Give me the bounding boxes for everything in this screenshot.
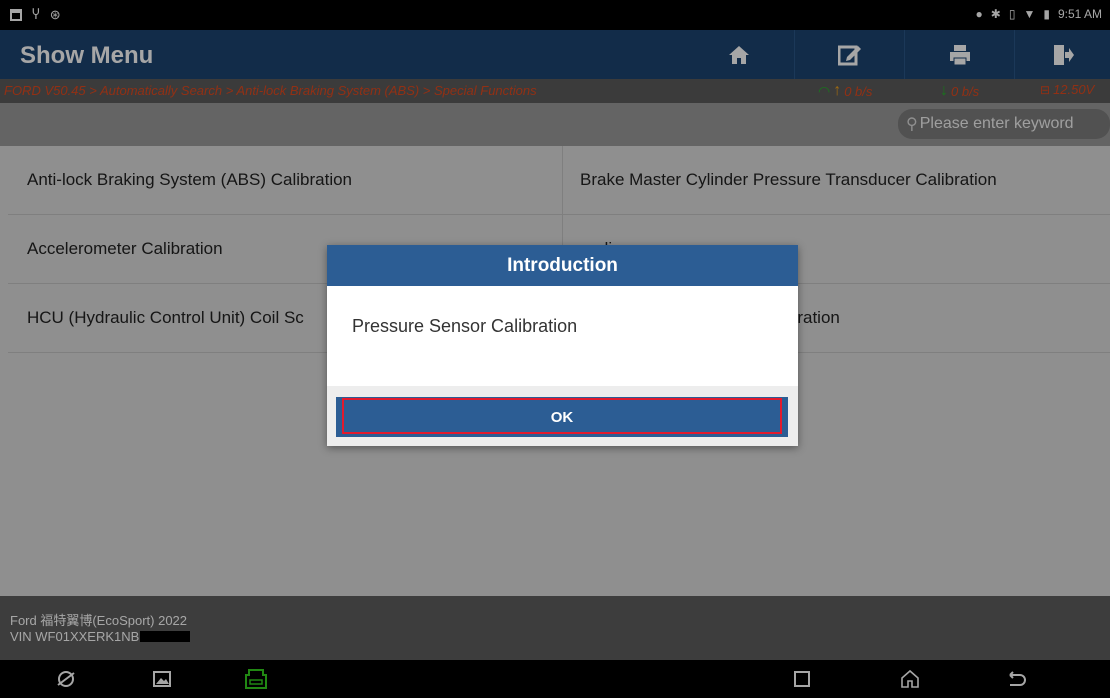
dialog-message: Pressure Sensor Calibration: [352, 316, 578, 336]
ok-label: OK: [550, 408, 574, 426]
introduction-dialog: Introduction Pressure Sensor Calibration…: [327, 245, 798, 446]
dialog-title: Introduction: [327, 245, 798, 286]
dialog-footer: OK: [327, 386, 798, 446]
ok-button[interactable]: OK: [336, 397, 788, 437]
